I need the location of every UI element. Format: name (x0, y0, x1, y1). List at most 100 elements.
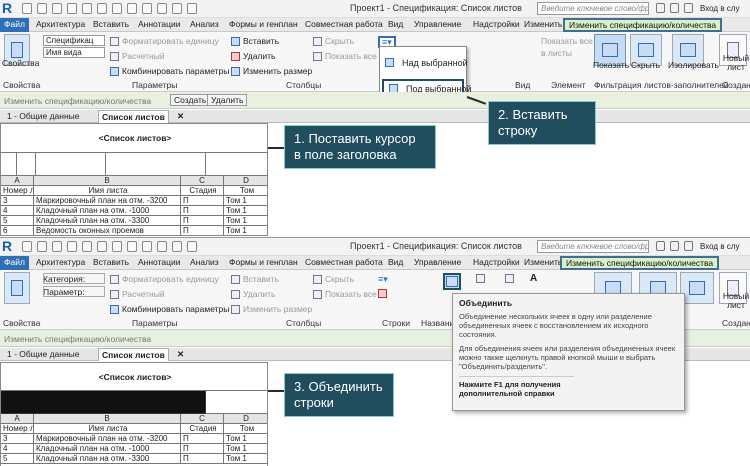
subscription-icon[interactable] (670, 241, 679, 251)
column-letter[interactable]: A (1, 414, 34, 424)
combine-params-button[interactable]: Комбинировать параметры (110, 304, 229, 314)
close-hidden-icon[interactable] (172, 3, 182, 14)
table-cell[interactable]: П (181, 434, 224, 444)
tab-annotate[interactable]: Аннотации (138, 256, 181, 270)
measure-icon[interactable] (97, 241, 107, 252)
table-cell[interactable]: Том 1 (224, 454, 267, 464)
format-unit-button[interactable]: Форматировать единицу (110, 36, 219, 46)
close-tab-icon[interactable]: ✕ (174, 110, 187, 123)
text-icon[interactable] (112, 241, 122, 252)
table-cell[interactable]: П (181, 444, 224, 454)
switch-windows-icon[interactable] (187, 3, 197, 14)
hide-column-button[interactable]: Скрыть (313, 36, 354, 46)
resize-button[interactable]: Изменить размер (231, 304, 312, 314)
tab-file[interactable]: Файл (0, 18, 29, 32)
column-header[interactable]: Том (224, 186, 267, 196)
calculated-button[interactable]: Расчетный (110, 289, 165, 299)
table-cell[interactable]: П (181, 226, 224, 235)
clear-cell-button[interactable] (505, 274, 514, 283)
section-icon[interactable] (142, 3, 152, 14)
revit-logo[interactable]: R (2, 0, 16, 17)
tab-sheet-list[interactable]: Список листов (98, 348, 169, 361)
section-icon[interactable] (142, 241, 152, 252)
undo-icon[interactable] (52, 3, 62, 14)
table-cell[interactable]: Маркировочный план на отм. -3200 (34, 434, 181, 444)
column-letter[interactable]: B (34, 414, 181, 424)
tab-manage[interactable]: Управление (414, 256, 461, 270)
close-tab-icon[interactable]: ✕ (174, 348, 187, 361)
binoculars-icon[interactable] (656, 3, 665, 13)
search-input[interactable]: Введите ключевое слово/фразу (537, 2, 649, 15)
column-letter[interactable]: B (34, 176, 181, 186)
column-letter[interactable]: C (181, 414, 224, 424)
tab-view[interactable]: Вид (388, 256, 403, 270)
tab-insert[interactable]: Вставить (93, 256, 129, 270)
font-button[interactable]: A (530, 273, 537, 284)
view-name-combo[interactable]: Имя вида (43, 47, 105, 58)
format-unit-button[interactable]: Форматировать единицу (110, 274, 219, 284)
tab-architecture[interactable]: Архитектура (36, 256, 85, 270)
column-letter[interactable]: D (224, 176, 267, 186)
parameter-combo[interactable] (43, 286, 105, 297)
sign-in-link[interactable]: Вход в слу (700, 242, 739, 251)
show-all-button[interactable]: Показать все (313, 51, 377, 61)
column-header[interactable]: Стадия (181, 186, 224, 196)
measure-icon[interactable] (97, 3, 107, 14)
tab-addins[interactable]: Надстройки (473, 18, 520, 32)
close-hidden-icon[interactable] (172, 241, 182, 252)
table-cell[interactable]: 4 (1, 444, 34, 454)
table-cell[interactable]: Том 1 (224, 216, 267, 226)
insert-column-button[interactable]: Вставить (231, 274, 279, 284)
header-cell[interactable] (206, 153, 267, 176)
tab-modify[interactable]: Изменить (524, 18, 562, 32)
open-icon[interactable] (22, 3, 32, 14)
isolate-button[interactable] (680, 272, 714, 304)
sign-in-link[interactable]: Вход в слу (700, 4, 739, 13)
table-cell[interactable]: Маркировочный план на отм. -3200 (34, 196, 181, 206)
header-cell[interactable] (17, 153, 36, 176)
tab-massing-site[interactable]: Формы и генплан (229, 256, 298, 270)
table-cell[interactable]: 3 (1, 196, 34, 206)
print-icon[interactable] (82, 3, 92, 14)
table-cell[interactable]: Кладочный план на отм. -3300 (34, 216, 181, 226)
table-cell[interactable]: 5 (1, 454, 34, 464)
favorites-icon[interactable] (684, 241, 693, 251)
3d-view-icon[interactable] (127, 3, 137, 14)
schedule-title[interactable]: <Список листов> (1, 372, 267, 382)
thin-lines-icon[interactable] (157, 241, 167, 252)
selected-header-cells[interactable] (1, 391, 206, 414)
header-cell[interactable] (1, 153, 17, 176)
table-cell[interactable]: П (181, 454, 224, 464)
favorites-icon[interactable] (684, 3, 693, 13)
table-cell[interactable]: 3 (1, 434, 34, 444)
table-cell[interactable]: Ведомость оконных проемов (34, 226, 181, 235)
tab-annotate[interactable]: Аннотации (138, 18, 181, 32)
tab-analyze[interactable]: Анализ (190, 256, 219, 270)
print-icon[interactable] (82, 241, 92, 252)
tab-general-data[interactable]: 1 - Общие данные (4, 348, 83, 361)
open-icon[interactable] (22, 241, 32, 252)
table-cell[interactable]: Том 1 (224, 226, 267, 235)
schedule-title[interactable]: <Список листов> (1, 133, 267, 143)
redo-icon[interactable] (67, 241, 77, 252)
header-cell[interactable] (206, 391, 267, 414)
table-cell[interactable]: 6 (1, 226, 34, 235)
column-letter[interactable]: A (1, 176, 34, 186)
subscription-icon[interactable] (670, 3, 679, 13)
save-icon[interactable] (37, 3, 47, 14)
column-header[interactable]: Стадия (181, 424, 224, 434)
merge-unmerge-button[interactable] (443, 273, 461, 290)
insert-image-button[interactable] (476, 274, 485, 283)
table-cell[interactable]: Том 1 (224, 196, 267, 206)
tab-collaborate[interactable]: Совместная работа (305, 256, 383, 270)
insert-above-item[interactable]: Над выбранной (380, 55, 468, 71)
table-cell[interactable]: 5 (1, 216, 34, 226)
delete-column-button[interactable]: Удалить (231, 51, 275, 61)
insert-row-button[interactable]: ≡▾ (378, 274, 388, 285)
table-cell[interactable]: П (181, 206, 224, 216)
column-header[interactable]: Номер лис (1, 186, 34, 196)
tab-view[interactable]: Вид (388, 18, 403, 32)
text-icon[interactable] (112, 3, 122, 14)
tab-modify-schedule[interactable]: Изменить спецификацию/количества (560, 256, 720, 270)
tab-insert[interactable]: Вставить (93, 18, 129, 32)
